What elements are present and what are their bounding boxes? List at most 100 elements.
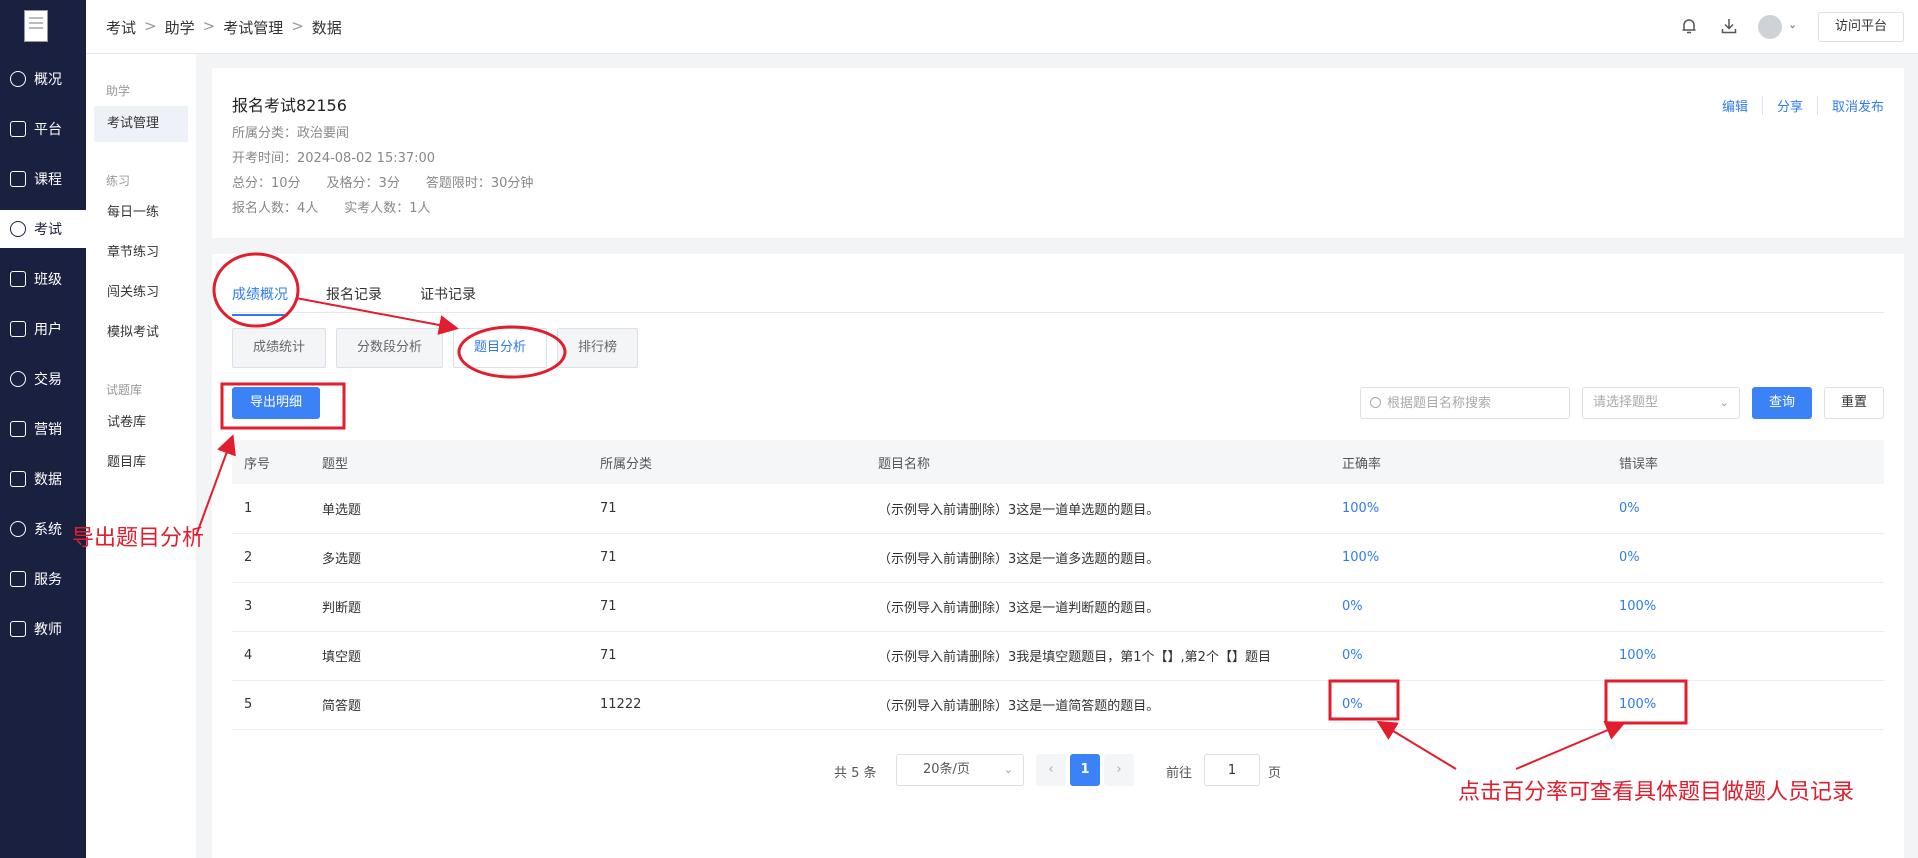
breadcrumb-item[interactable]: 助学 <box>165 17 195 38</box>
question-type-placeholder: 请选择题型 <box>1593 395 1659 410</box>
question-type: 简答题 <box>310 680 588 730</box>
tab-divider <box>232 312 1884 313</box>
subtab-question-analysis[interactable]: 题目分析 <box>453 328 548 368</box>
correct-rate-link[interactable]: 100% <box>1330 533 1607 583</box>
search-icon <box>1370 397 1381 408</box>
subtab-leaderboard[interactable]: 排行榜 <box>557 328 639 368</box>
submenu-item-paper-bank[interactable]: 试卷库 <box>94 405 188 441</box>
bell-icon[interactable] <box>1680 17 1698 35</box>
breadcrumb-separator: > <box>144 17 157 35</box>
nav-item-label: 概况 <box>34 72 62 88</box>
submenu-item-levels[interactable]: 闯关练习 <box>94 275 188 311</box>
subtab-bar: 成绩统计 分数段分析 题目分析 排行榜 <box>232 328 639 368</box>
chart-icon <box>10 471 26 487</box>
table-row: 5 简答题 11222 （示例导入前请删除）3这是一道简答题的题目。 0% 100% <box>232 680 1884 730</box>
logo-icon[interactable] <box>24 10 48 42</box>
nav-item-user[interactable]: 用户 <box>0 310 86 348</box>
page-size-select[interactable]: 20条/页 ⌄ <box>896 754 1024 786</box>
exam-info-card: 报名考试82156 所属分类：政治要闻 开考时间：2024-08-02 15:3… <box>212 68 1904 238</box>
breadcrumb: 考试 > 助学 > 考试管理 > 数据 <box>106 17 342 38</box>
correct-rate-link[interactable]: 0% <box>1330 680 1607 730</box>
page-unit-label: 页 <box>1268 766 1282 781</box>
download-icon[interactable] <box>1720 17 1738 35</box>
goto-page-input[interactable] <box>1204 754 1260 786</box>
total-count: 共 5 条 <box>834 766 877 781</box>
nav-item-chart[interactable]: 数据 <box>0 460 86 498</box>
edit-link[interactable]: 编辑 <box>1708 96 1762 115</box>
question-type: 填空题 <box>310 631 588 681</box>
error-rate-link[interactable]: 0% <box>1607 533 1884 583</box>
submenu-item-question-bank[interactable]: 题目库 <box>94 445 188 481</box>
trade-icon <box>10 371 26 387</box>
nav-item-marketing[interactable]: 营销 <box>0 410 86 448</box>
nav-item-exam[interactable]: 考试 <box>0 210 86 248</box>
question-title: （示例导入前请删除）3这是一道多选题的题目。 <box>866 533 1330 583</box>
goto-label: 前往 <box>1166 766 1193 781</box>
search-input[interactable] <box>1360 387 1570 419</box>
exam-title: 报名考试82156 <box>232 96 347 115</box>
avatar[interactable] <box>1758 15 1782 39</box>
reset-button[interactable]: 重置 <box>1824 387 1884 419</box>
book-icon <box>10 171 26 187</box>
next-page-button[interactable]: › <box>1104 754 1134 786</box>
question-type-select[interactable]: 请选择题型 ⌄ <box>1582 387 1740 419</box>
marketing-icon <box>10 421 26 437</box>
nav-item-label: 系统 <box>34 522 62 538</box>
submenu-item-exam-manage[interactable]: 考试管理 <box>94 106 188 142</box>
annotation-export-note: 导出题目分析 <box>72 526 205 551</box>
chevron-down-icon[interactable]: ⌄ <box>1788 18 1797 31</box>
breadcrumb-item[interactable]: 考试 <box>106 17 136 38</box>
question-type: 多选题 <box>310 533 588 583</box>
nav-item-dashboard[interactable]: 概况 <box>0 60 86 98</box>
table-row: 1 单选题 71 （示例导入前请删除）3这是一道单选题的题目。 100% 0% <box>232 484 1884 534</box>
page-number-current[interactable]: 1 <box>1070 754 1100 786</box>
question-analysis-table: 序号 题型 所属分类 题目名称 正确率 错误率 1 单选题 71 （示例导入前请删除）… <box>232 440 1884 730</box>
export-detail-button[interactable]: 导出明细 <box>232 387 320 419</box>
question-category: 71 <box>588 533 866 583</box>
question-category: 71 <box>588 484 866 534</box>
nav-item-service[interactable]: 服务 <box>0 560 86 598</box>
correct-rate-link[interactable]: 0% <box>1330 582 1607 632</box>
exam-count-info: 报名人数：4人 实考人数：1人 <box>232 201 431 216</box>
nav-item-class[interactable]: 班级 <box>0 260 86 298</box>
error-rate-link[interactable]: 100% <box>1607 680 1884 730</box>
column-header-type: 题型 <box>322 456 349 472</box>
column-header-error-rate: 错误率 <box>1619 456 1659 472</box>
error-rate-link[interactable]: 0% <box>1607 484 1884 534</box>
main-panel: 成绩概况 报名记录 证书记录 成绩统计 分数段分析 题目分析 排行榜 导出明细 … <box>212 254 1904 858</box>
question-type: 判断题 <box>310 582 588 632</box>
error-rate-link[interactable]: 100% <box>1607 631 1884 681</box>
correct-rate-link[interactable]: 100% <box>1330 484 1607 534</box>
annotation-rate-note: 点击百分率可查看具体题目做题人员记录 <box>1458 780 1855 805</box>
unpublish-link[interactable]: 取消发布 <box>1816 96 1884 115</box>
breadcrumb-item[interactable]: 考试管理 <box>223 17 283 38</box>
nav-item-label: 课程 <box>34 172 62 188</box>
nav-item-book[interactable]: 课程 <box>0 160 86 198</box>
error-rate-link[interactable]: 100% <box>1607 582 1884 632</box>
table-header-row: 序号 题型 所属分类 题目名称 正确率 错误率 <box>232 440 1884 484</box>
nav-item-platform[interactable]: 平台 <box>0 110 86 148</box>
nav-item-label: 教师 <box>34 622 62 638</box>
query-button[interactable]: 查询 <box>1752 387 1812 419</box>
subtab-score-bands[interactable]: 分数段分析 <box>336 328 444 368</box>
correct-rate-link[interactable]: 0% <box>1330 631 1607 681</box>
share-link[interactable]: 分享 <box>1761 96 1817 115</box>
table-row: 2 多选题 71 （示例导入前请删除）3这是一道多选题的题目。 100% 0% <box>232 533 1884 583</box>
column-header-category: 所属分类 <box>600 456 653 472</box>
breadcrumb-separator: > <box>202 17 216 35</box>
prev-page-button[interactable]: ‹ <box>1036 754 1066 786</box>
nav-item-trade[interactable]: 交易 <box>0 360 86 398</box>
nav-item-teacher[interactable]: 教师 <box>0 610 86 648</box>
service-icon <box>10 571 26 587</box>
nav-item-label: 服务 <box>34 572 62 588</box>
top-header: 考试 > 助学 > 考试管理 > 数据 ⌄ 访问平台 <box>86 0 1918 54</box>
submenu-item-mock[interactable]: 模拟考试 <box>94 315 188 351</box>
nav-item-label: 考试 <box>34 222 62 238</box>
dashboard-icon <box>10 71 26 87</box>
submenu-group-title: 试题库 <box>106 383 143 397</box>
submenu-item-chapter[interactable]: 章节练习 <box>94 235 188 271</box>
subtab-score-stats[interactable]: 成绩统计 <box>232 328 327 368</box>
visit-platform-button[interactable]: 访问平台 <box>1818 12 1904 42</box>
settings-icon <box>10 521 26 537</box>
submenu-item-daily[interactable]: 每日一练 <box>94 195 188 231</box>
